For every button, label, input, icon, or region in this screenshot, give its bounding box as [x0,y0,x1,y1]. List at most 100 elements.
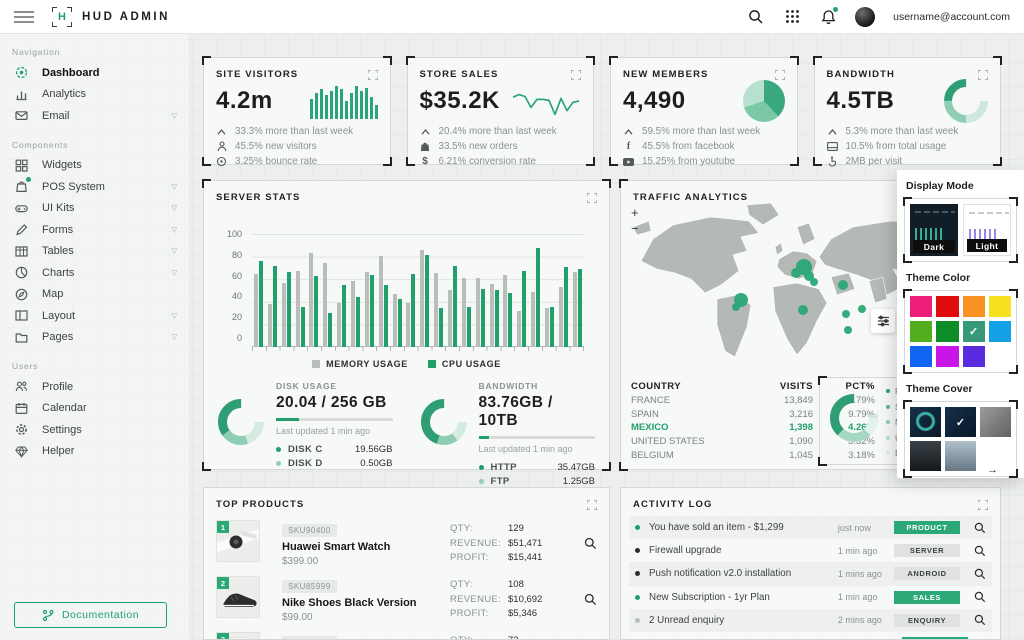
pie-chart [743,80,785,122]
expand-icon[interactable] [368,70,378,80]
map-zoom-in-button[interactable]: + [631,207,639,219]
documentation-label: Documentation [62,609,139,621]
chevron-down-icon: ▽ [172,312,177,320]
cover-thumbnail[interactable] [910,441,941,471]
sidebar-item-charts[interactable]: Charts ▽ [0,262,189,284]
sidebar-item-ui-kits[interactable]: UI Kits ▽ [0,198,189,220]
cover-thumbnail[interactable] [945,441,976,471]
notifications-bell-icon[interactable] [819,8,837,26]
chevron-down-icon: ▽ [172,204,177,212]
sidebar-item-profile[interactable]: Profile [0,376,189,398]
expand-icon[interactable] [587,193,597,203]
product-sku: SKU85999 [282,580,337,593]
expand-icon[interactable] [587,500,597,510]
product-qty: 72 [508,635,519,640]
tap-icon [827,156,838,167]
color-swatch[interactable] [989,321,1011,342]
card-title: ACTIVITY LOG [633,499,713,510]
caret-up-icon [623,126,634,137]
magnifier-icon[interactable] [974,522,986,534]
sidebar-item-layout[interactable]: Layout ▽ [0,305,189,327]
cover-thumbnail[interactable] [980,407,1011,437]
users-icon [14,379,29,394]
magnifier-icon[interactable] [584,537,597,550]
product-row: 1 SKU90400 Huawei Smart Watch $399.00 QT… [204,520,609,566]
display-mode-light-option[interactable]: Light [963,204,1011,256]
mail-icon [14,108,29,123]
sidebar-item-label: Calendar [42,402,87,414]
hamburger-menu-icon[interactable] [14,11,34,23]
magnifier-icon[interactable] [974,614,986,626]
magnifier-icon[interactable] [974,568,986,580]
activity-text: 2 Unread enquiry [649,615,838,626]
sidebar-item-pages[interactable]: Pages ▽ [0,327,189,349]
activity-text: New Subscription - 1yr Plan [649,592,838,603]
activity-log-card: ACTIVITY LOG You have sold an item - $1,… [620,487,1001,640]
activity-text: Push notification v2.0 installation [649,568,838,579]
card-title: BANDWIDTH [827,69,895,80]
expand-icon[interactable] [571,70,581,80]
map-zoom-out-button[interactable]: − [631,223,639,235]
magnifier-icon[interactable] [584,593,597,606]
sidebar-item-map[interactable]: Map [0,284,189,306]
scroll-right-arrow[interactable]: → [987,464,998,476]
expand-icon[interactable] [978,70,988,80]
color-swatch[interactable] [936,296,958,317]
user-avatar[interactable] [855,7,875,27]
light-label: Light [967,239,1007,252]
color-swatch[interactable] [936,346,958,367]
magnifier-icon[interactable] [974,591,986,603]
color-swatch[interactable] [963,346,985,367]
diamond-icon [14,444,29,459]
map-filters-button[interactable] [871,309,895,333]
color-swatch[interactable] [910,346,932,367]
color-swatch[interactable] [963,296,985,317]
cover-thumbnail[interactable] [910,407,941,437]
expand-icon[interactable] [775,70,785,80]
product-revenue: $51,471 [508,538,542,553]
color-swatch[interactable] [936,321,958,342]
account-email[interactable]: username@account.com [893,11,1010,23]
expand-icon[interactable] [978,500,988,510]
color-swatch-selected[interactable] [963,321,985,342]
apps-grid-icon[interactable] [783,8,801,26]
bar-chart-icon [14,87,29,102]
color-swatch[interactable] [910,296,932,317]
sidebar-item-tables[interactable]: Tables ▽ [0,241,189,263]
sidebar-item-pos-system[interactable]: POS System ▽ [0,176,189,198]
sidebar-item-widgets[interactable]: Widgets [0,155,189,177]
sidebar-item-email[interactable]: Email ▽ [0,105,189,127]
sidebar-item-dashboard[interactable]: Dashboard [0,62,189,84]
theme-cover-title: Theme Cover [906,383,1017,395]
documentation-button[interactable]: Documentation [14,602,167,628]
sidebar-item-calendar[interactable]: Calendar [0,398,189,420]
product-name: Huawei Smart Watch [282,541,442,553]
gamepad-icon [14,201,29,216]
sidebar-item-forms[interactable]: Forms ▽ [0,219,189,241]
color-swatch[interactable] [910,321,932,342]
rank-badge: 1 [217,521,229,533]
product-sku: SKU90400 [282,524,337,537]
youtube-icon [623,156,634,167]
disk-icon [827,141,838,152]
activity-text: Firewall upgrade [649,545,838,556]
app-logo[interactable]: H [52,7,72,27]
theme-cover-frame [904,401,1017,477]
sidebar-item-label: Map [42,288,63,300]
product-row: 2 SKU85999 Nike Shoes Black Version $99.… [204,576,609,622]
magnifier-icon[interactable] [974,545,986,557]
site-visitors-card: SITE VISITORS 4.2m 33.3% more than last … [203,57,391,165]
sidebar-item-helper[interactable]: Helper [0,441,189,463]
sidebar-item-label: Email [42,110,70,122]
display-mode-dark-option[interactable]: Dark [910,204,958,256]
stat-text: 2MB per visit [846,156,903,167]
search-icon[interactable] [747,8,765,26]
activity-row: 2 Unread enquiry 2 mins ago ENQUIRY [629,609,992,632]
sidebar-item-settings[interactable]: Settings [0,419,189,441]
color-swatch[interactable] [989,296,1011,317]
last-updated: Last updated 1 min ago [276,426,393,436]
caret-up-icon [216,126,227,137]
sidebar-item-analytics[interactable]: Analytics [0,84,189,106]
section-label: DISK USAGE [276,381,393,391]
cover-thumbnail-selected[interactable] [945,407,976,437]
